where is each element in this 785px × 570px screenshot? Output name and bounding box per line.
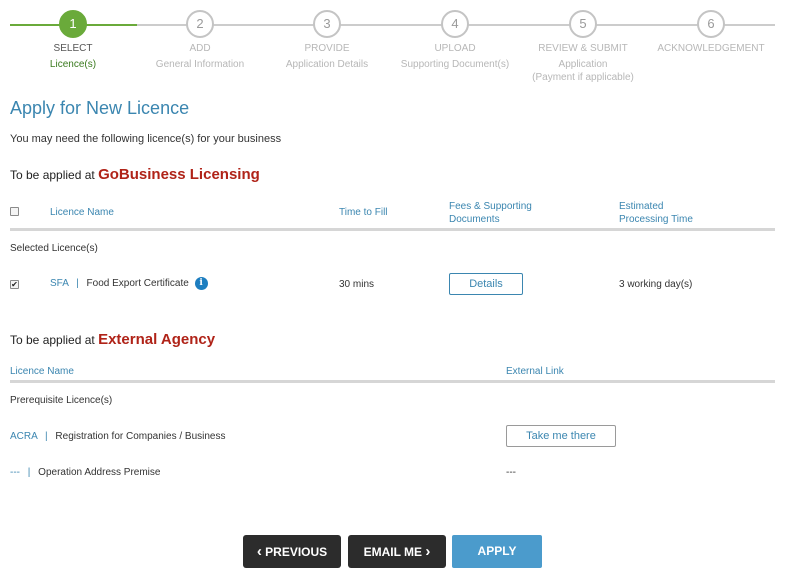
page-title: Apply for New Licence [10,98,190,118]
col-header-est-line1: Estimated [619,201,664,212]
step-number: 4 [441,10,469,38]
licence-row-checkbox[interactable]: ✔ [10,280,19,289]
heading-prefix: To be applied at [10,333,95,347]
external-row-acra: ACRA | Registration for Companies / Busi… [10,431,225,442]
step-title: REVIEW & SUBMIT [538,43,628,54]
step-subtitle: Application [558,59,608,70]
step-subtitle: Supporting Document(s) [400,59,510,70]
step-subtitle: General Information [155,59,245,70]
selected-licences-label: Selected Licence(s) [10,243,98,254]
step-number: 3 [313,10,341,38]
separator: | [27,467,31,478]
details-button[interactable]: Details [449,273,523,295]
processing-time-value: 3 working day(s) [619,279,693,290]
step-number: 2 [186,10,214,38]
separator: | [45,431,48,442]
step-subtitle: Application Details [285,59,369,70]
external-link-empty: --- [506,467,516,478]
step-subtitle: Licence(s) [49,59,97,70]
col-header-time-to-fill: Time to Fill [339,207,388,218]
intro-text: You may need the following licence(s) fo… [10,133,282,145]
col-header-fees-line2: Documents [449,214,500,225]
external-section-heading: To be applied at External Agency [10,331,215,348]
heading-agency-name: GoBusiness Licensing [98,166,260,183]
separator: | [76,278,79,290]
col-header-fees-documents: Fees & Supporting Documents [449,200,532,226]
progress-stepper: 1 SELECT Licence(s) 2 ADD General Inform… [0,0,785,90]
step-2-add: 2 ADD General Information [135,10,265,71]
step-1-select: 1 SELECT Licence(s) [8,10,138,71]
apply-button[interactable]: APPLY [452,535,542,568]
select-all-checkbox[interactable] [10,207,19,216]
email-me-button-label: EMAIL ME [363,545,423,559]
licence-name-text: Operation Address Premise [38,467,161,478]
time-to-fill-value: 30 mins [339,279,375,290]
table-header-divider [10,228,775,231]
col-header-licence-name: Licence Name [50,207,114,218]
heading-prefix: To be applied at [10,168,95,182]
previous-button-label: PREVIOUS [265,545,328,559]
step-5-review-submit: 5 REVIEW & SUBMIT Application (Payment i… [518,10,648,84]
col-header-est-line2: Processing Time [619,214,693,225]
col-header-licence-name: Licence Name [10,366,74,377]
take-me-there-button[interactable]: Take me there [506,425,616,447]
step-number: 6 [697,10,725,38]
step-3-provide: 3 PROVIDE Application Details [262,10,392,71]
info-icon[interactable]: i [194,277,208,290]
heading-agency-name: External Agency [98,331,216,348]
chevron-left-icon: ‹ [256,543,262,560]
gobusiness-section-heading: To be applied at GoBusiness Licensing [10,166,260,183]
prerequisite-licences-label: Prerequisite Licence(s) [10,395,113,406]
table-header-divider [10,380,775,383]
agency-code-link[interactable]: --- [10,467,20,478]
step-title: ACKNOWLEDGEMENT [657,43,765,54]
external-row-operation-address: --- | Operation Address Premise [10,467,160,478]
agency-code-link[interactable]: SFA [50,278,68,289]
step-number: 1 [59,10,87,38]
step-title: ADD [189,43,211,54]
licence-name-text: Food Export Certificate [86,278,189,290]
step-title: PROVIDE [304,43,350,54]
col-header-fees-line1: Fees & Supporting [449,201,532,212]
col-header-external-link: External Link [506,366,564,377]
licence-row-name: SFA | Food Export Certificate i [50,277,208,290]
licence-name-text: Registration for Companies / Business [55,431,226,442]
col-header-processing-time: Estimated Processing Time [619,200,693,226]
step-subtitle-note: (Payment if applicable) [532,72,634,83]
step-4-upload: 4 UPLOAD Supporting Document(s) [390,10,520,71]
step-title: SELECT [53,43,93,54]
previous-button[interactable]: ‹ PREVIOUS [243,535,341,568]
step-6-acknowledgement: 6 ACKNOWLEDGEMENT [646,10,776,55]
agency-code-link[interactable]: ACRA [10,431,37,442]
step-title: UPLOAD [434,43,476,54]
email-me-button[interactable]: EMAIL ME › [348,535,446,568]
chevron-right-icon: › [425,543,431,560]
step-number: 5 [569,10,597,38]
